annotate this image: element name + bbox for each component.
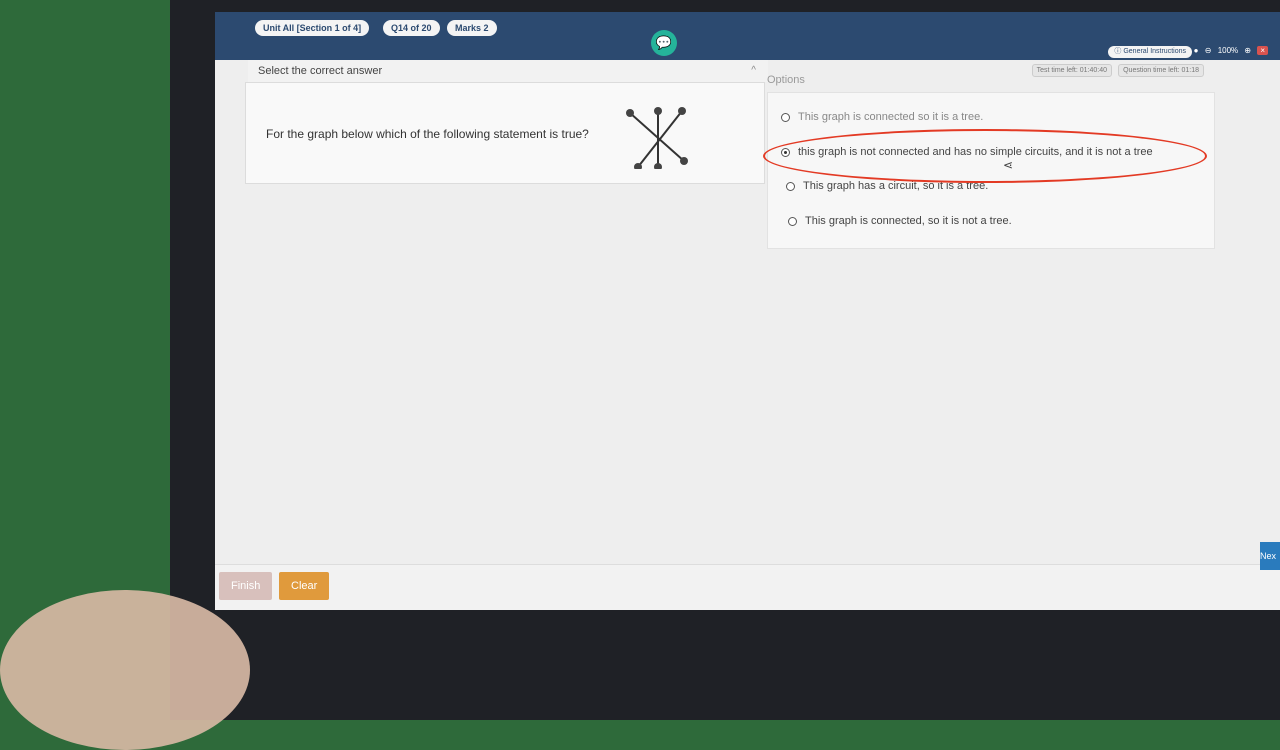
zoom-out-icon[interactable]: ⊖ xyxy=(1205,46,1212,55)
marks-badge: Marks 2 xyxy=(447,20,497,36)
clear-button[interactable]: Clear xyxy=(279,572,330,600)
top-bar: Unit All [Section 1 of 4] Q14 of 20 Mark… xyxy=(215,12,1280,60)
question-number-badge: Q14 of 20 xyxy=(383,20,440,36)
zoom-level: 100% xyxy=(1217,46,1239,55)
graph-figure xyxy=(626,107,688,169)
option-3-radio[interactable] xyxy=(786,181,795,191)
option-1-label: This graph is connected so it is a tree. xyxy=(798,111,984,123)
close-icon[interactable]: × xyxy=(1257,46,1268,55)
chat-icon[interactable]: 💬 xyxy=(651,30,677,56)
next-button[interactable]: Nex xyxy=(1260,542,1280,570)
option-4-label: This graph is connected, so it is not a … xyxy=(805,215,1012,227)
chat-bubble-icon[interactable]: ● xyxy=(1194,46,1199,55)
toolbar-icons: ● ⊖ 100% ⊕ × xyxy=(1190,46,1268,58)
test-time-left: Test time left: 01:40:40 xyxy=(1031,64,1112,77)
unit-badge: Unit All [Section 1 of 4] xyxy=(255,20,370,36)
exam-screen: Unit All [Section 1 of 4] Q14 of 20 Mark… xyxy=(215,12,1280,610)
option-1-radio[interactable] xyxy=(781,112,790,122)
zoom-in-icon[interactable]: ⊕ xyxy=(1244,46,1251,55)
instruction-text: Select the correct answer xyxy=(258,65,383,77)
option-4[interactable]: This graph is connected, so it is not a … xyxy=(788,215,1012,227)
red-circle-annotation xyxy=(763,129,1207,183)
question-time-left: Question time left: 01:18 xyxy=(1118,64,1204,77)
general-instructions-button[interactable]: ⓘ General Instructions xyxy=(1108,46,1192,58)
finish-button[interactable]: Finish xyxy=(219,572,273,600)
question-text: For the graph below which of the followi… xyxy=(266,127,589,141)
options-heading: Options xyxy=(767,74,805,86)
option-4-radio[interactable] xyxy=(788,216,797,226)
general-instructions-label: General Instructions xyxy=(1123,48,1186,55)
finger-blur xyxy=(0,590,250,750)
text-cursor-icon: ⋖ xyxy=(1003,158,1014,172)
chevron-up-icon[interactable]: ^ xyxy=(751,60,756,82)
option-1[interactable]: This graph is connected so it is a tree. xyxy=(781,111,983,123)
footer-bar xyxy=(215,564,1280,610)
instruction-bar: Select the correct answer ^ xyxy=(248,60,768,82)
question-panel: For the graph below which of the followi… xyxy=(245,82,765,184)
